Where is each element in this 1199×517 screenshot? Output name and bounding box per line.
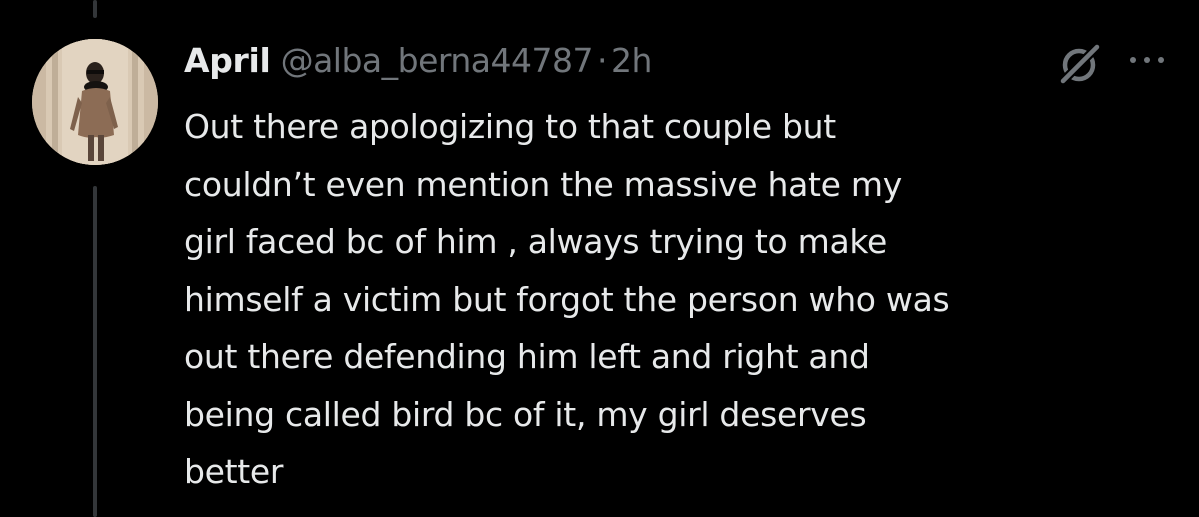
tweet-header: April @alba_berna44787 · 2h (184, 36, 652, 84)
tweet-text-line: girl faced bc of him , always trying to … (184, 222, 888, 261)
tweet-text-line: couldn’t even mention the massive hate m… (184, 164, 902, 204)
separator-dot: · (596, 40, 608, 80)
avatar-photo (32, 39, 158, 165)
display-name[interactable]: April (184, 41, 271, 80)
tweet-text-line: himself a victim but forgot the person w… (184, 279, 950, 319)
tweet-text-line: better (184, 452, 284, 491)
grok-icon[interactable] (1057, 41, 1103, 87)
user-handle[interactable]: @alba_berna44787 (281, 41, 594, 80)
tweet-text-line: Out there apologizing to that couple but (184, 107, 836, 146)
avatar[interactable] (32, 39, 158, 165)
more-options-icon[interactable] (1127, 52, 1171, 68)
timestamp[interactable]: 2h (611, 41, 652, 80)
tweet-text: Out there apologizing to that couple but… (184, 98, 1174, 501)
tweet-text-line: being called bird bc of it, my girl dese… (184, 394, 867, 434)
tweet-text-line: out there defending him left and right a… (184, 337, 870, 376)
thread-connector-bottom (93, 186, 97, 517)
thread-connector-top (93, 0, 97, 18)
